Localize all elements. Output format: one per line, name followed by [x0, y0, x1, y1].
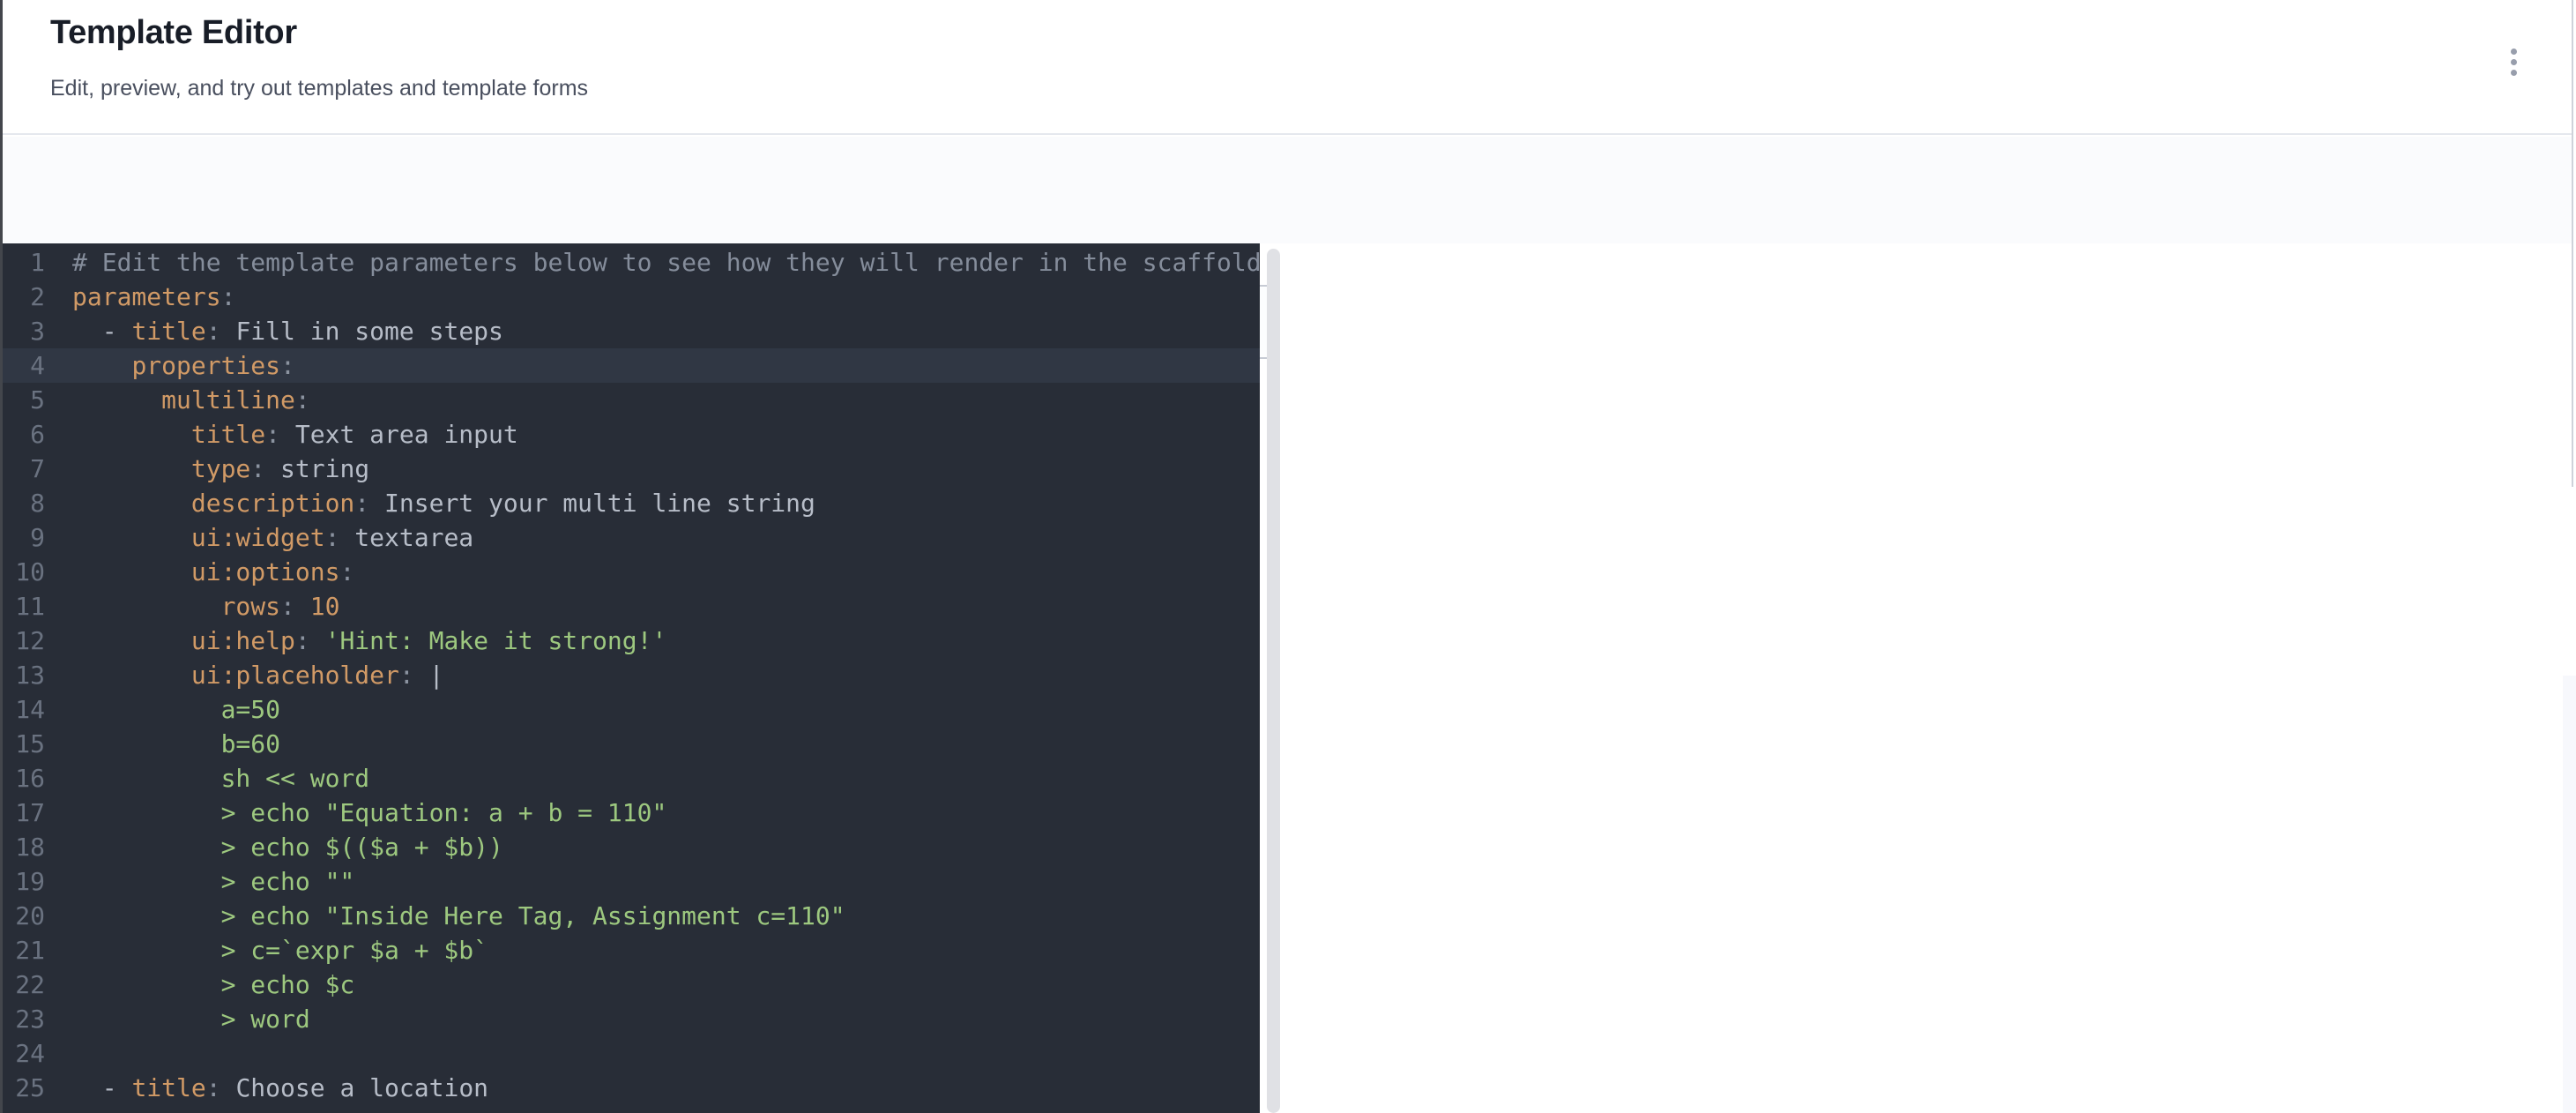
line-number: 2 [3, 280, 45, 314]
line-number: 13 [3, 658, 45, 692]
line-number: 7 [3, 452, 45, 486]
code-line[interactable]: 22 > echo $c [3, 967, 1260, 1002]
line-number: 20 [3, 899, 45, 933]
code-line[interactable]: 18 > echo $(($a + $b)) [3, 830, 1260, 864]
code-line[interactable]: 24 [3, 1036, 1260, 1071]
code-line[interactable]: 10 ui:options: [3, 555, 1260, 589]
line-number: 11 [3, 589, 45, 624]
code-line[interactable]: 6 title: Text area input [3, 417, 1260, 452]
line-number: 19 [3, 864, 45, 899]
line-number: 9 [3, 520, 45, 555]
line-number: 15 [3, 727, 45, 761]
kebab-dot-icon [2511, 59, 2517, 65]
line-number: 4 [3, 348, 45, 383]
code-line[interactable]: 21 > c=`expr $a + $b` [3, 933, 1260, 967]
template-editor-page: Template Editor Edit, preview, and try o… [0, 0, 2576, 1113]
code-lines: 1# Edit the template parameters below to… [3, 245, 1260, 1105]
line-number: 14 [3, 692, 45, 727]
code-line[interactable]: 25 - title: Choose a location [3, 1071, 1260, 1105]
line-number: 16 [3, 761, 45, 796]
kebab-dot-icon [2511, 70, 2517, 76]
header: Template Editor Edit, preview, and try o… [3, 0, 2572, 135]
more-options-button[interactable] [2497, 37, 2530, 86]
code-line[interactable]: 11 rows: 10 [3, 589, 1260, 624]
code-line[interactable]: 2parameters: [3, 280, 1260, 314]
line-number: 8 [3, 486, 45, 520]
code-line[interactable]: 17 > echo "Equation: a + b = 110" [3, 796, 1260, 830]
code-line[interactable]: 13 ui:placeholder: | [3, 658, 1260, 692]
line-number: 18 [3, 830, 45, 864]
code-line[interactable]: 3 - title: Fill in some steps [3, 314, 1260, 348]
page-subtitle: Edit, preview, and try out templates and… [50, 76, 588, 101]
code-line[interactable]: 1# Edit the template parameters below to… [3, 245, 1260, 280]
line-number: 17 [3, 796, 45, 830]
code-line[interactable]: 4 properties: [3, 348, 1260, 383]
code-line[interactable]: 8 description: Insert your multi line st… [3, 486, 1260, 520]
stepper: 1Fill in some steps2Choose a location3Re… [2560, 487, 2576, 676]
code-line[interactable]: 15 b=60 [3, 727, 1260, 761]
line-number: 23 [3, 1002, 45, 1036]
panel-resize-handle[interactable] [1267, 249, 1280, 1113]
code-line[interactable]: 5 multiline: [3, 383, 1260, 417]
kebab-dot-icon [2511, 49, 2517, 55]
code-line[interactable]: 9 ui:widget: textarea [3, 520, 1260, 555]
form-area: Text area input a=50 b=60 sh << word > e… [2563, 676, 2576, 1113]
preview-panel: 1Fill in some steps2Choose a location3Re… [1280, 243, 2571, 1113]
line-number: 12 [3, 624, 45, 658]
code-line[interactable]: 7 type: string [3, 452, 1260, 486]
line-number: 21 [3, 933, 45, 967]
line-number: 1 [3, 245, 45, 280]
page-title: Template Editor [50, 14, 297, 52]
toolbar: Load Existing Template [3, 137, 2572, 243]
code-line[interactable]: 16 sh << word [3, 761, 1260, 796]
line-number: 3 [3, 314, 45, 348]
line-number: 24 [3, 1036, 45, 1071]
code-line[interactable]: 19 > echo "" [3, 864, 1260, 899]
code-editor[interactable]: 1# Edit the template parameters below to… [3, 243, 1260, 1113]
line-number: 10 [3, 555, 45, 589]
code-line[interactable]: 14 a=50 [3, 692, 1260, 727]
line-number: 6 [3, 417, 45, 452]
code-line[interactable]: 20 > echo "Inside Here Tag, Assignment c… [3, 899, 1260, 933]
line-number: 22 [3, 967, 45, 1002]
line-number: 5 [3, 383, 45, 417]
line-number: 25 [3, 1071, 45, 1105]
code-line[interactable]: 23 > word [3, 1002, 1260, 1036]
code-line[interactable]: 12 ui:help: 'Hint: Make it strong!' [3, 624, 1260, 658]
